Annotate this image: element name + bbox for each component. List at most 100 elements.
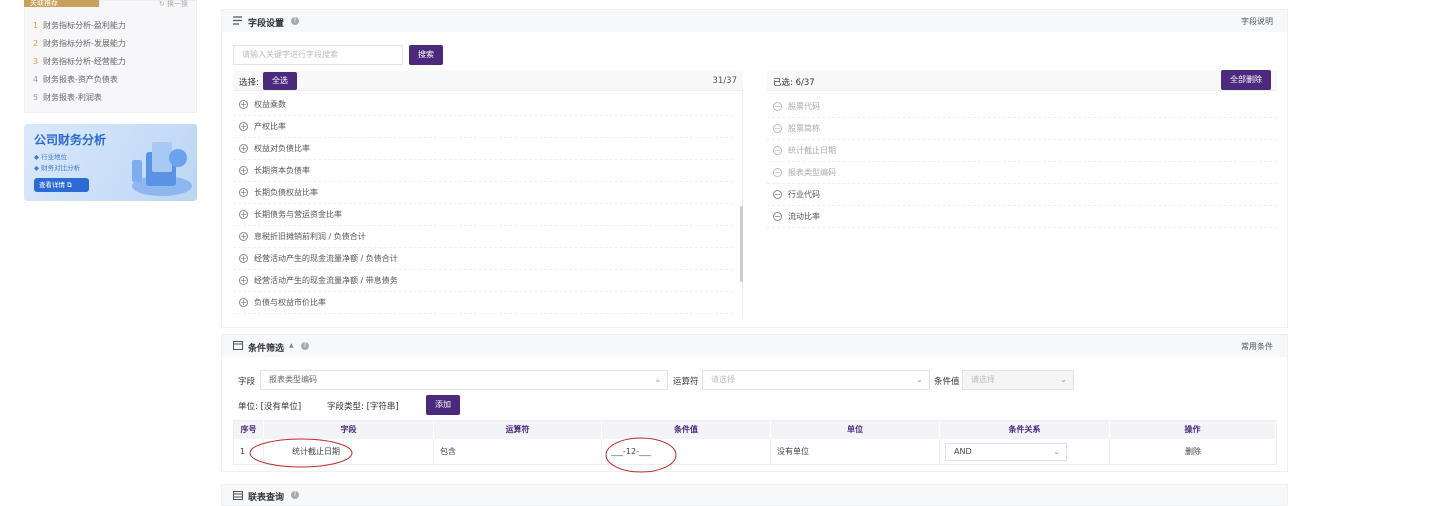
field-option[interactable]: + 权益对负债比率: [233, 138, 733, 160]
related-item[interactable]: 4 财务报表-资产负债表: [33, 74, 118, 85]
field-settings-header: 字段设置 ? 字段说明: [222, 10, 1287, 32]
unit-info: 单位: [没有单位]: [238, 402, 302, 412]
available-header: 选择: 全选 31/37: [233, 71, 743, 91]
delete-link[interactable]: 删除: [1110, 439, 1276, 465]
selected-list: − 股票代码 − 股票简称 − 统计截止日期 − 报表类型编码 − 行业代码 − 流动比率: [767, 96, 1277, 236]
select-label: 选择:: [239, 78, 259, 88]
selected-count: 已选: 6/37: [773, 78, 815, 88]
common-conditions-link[interactable]: 常用条件: [1241, 341, 1273, 352]
table-icon: [233, 491, 243, 500]
selected-field[interactable]: − 统计截止日期: [767, 140, 1277, 162]
add-circle-icon[interactable]: +: [239, 210, 248, 219]
type-info: 字段类型: [字符串]: [327, 402, 399, 412]
finance-banner[interactable]: 公司财务分析 ◆ 行业地位 ◆ 财务对比分析 查看详情 ⧉: [24, 124, 197, 201]
field-option[interactable]: + 权益乘数: [233, 94, 733, 116]
remove-circle-icon[interactable]: −: [773, 124, 782, 133]
related-title: 关联推荐: [24, 0, 99, 7]
field-option[interactable]: + 产权比率: [233, 116, 733, 138]
field-settings-card: 字段设置 ? 字段说明 请输入关键字进行字段搜索 搜索 选择: 全选 31/37…: [221, 9, 1288, 328]
cell-operator: 包含: [434, 439, 602, 465]
banner-illustration-icon: [132, 142, 192, 196]
col-header: 运算符: [434, 421, 602, 439]
available-fields-panel: 选择: 全选 31/37 + 权益乘数 + 产权比率 + 权益对负债比率 + 长期资本负…: [233, 71, 743, 317]
annotation-ellipse: [249, 438, 353, 468]
field-select[interactable]: 报表类型编码 ⌄: [260, 370, 668, 390]
remove-circle-icon[interactable]: −: [773, 190, 782, 199]
delete-all-button[interactable]: 全部删除: [1221, 70, 1271, 90]
scrollbar-thumb[interactable]: [740, 206, 743, 282]
field-doc-link[interactable]: 字段说明: [1241, 16, 1273, 27]
field-option[interactable]: + 经营活动产生的现金流量净额 / 负债合计: [233, 248, 733, 270]
remove-circle-icon[interactable]: −: [773, 212, 782, 221]
add-button[interactable]: 添加: [426, 395, 460, 415]
field-search-input[interactable]: 请输入关键字进行字段搜索: [233, 45, 403, 65]
search-button[interactable]: 搜索: [409, 45, 443, 65]
list-icon: [233, 16, 242, 25]
refresh-link[interactable]: ↻ 换一换: [159, 0, 188, 9]
remove-circle-icon[interactable]: −: [773, 168, 782, 177]
selected-header: 已选: 6/37 全部删除: [767, 70, 1277, 91]
available-list: + 权益乘数 + 产权比率 + 权益对负债比率 + 长期资本负债率 + 长期负债权益比率 …: [233, 94, 733, 316]
remove-circle-icon[interactable]: −: [773, 146, 782, 155]
operator-select[interactable]: 请选择 ⌄: [702, 370, 930, 390]
banner-bullet: ◆ 财务对比分析: [34, 164, 81, 172]
add-circle-icon[interactable]: +: [239, 166, 248, 175]
operator-label: 运算符: [673, 377, 699, 387]
add-circle-icon[interactable]: +: [239, 188, 248, 197]
selected-field[interactable]: − 流动比率: [767, 206, 1277, 228]
field-option[interactable]: + 负债与权益市价比率: [233, 292, 733, 314]
chevron-down-icon: ⌄: [1060, 375, 1067, 384]
related-item[interactable]: 2 财务指标分析-发展能力: [33, 38, 126, 49]
selected-field[interactable]: − 股票简称: [767, 118, 1277, 140]
collapse-arrow-icon[interactable]: ▲: [289, 342, 294, 349]
field-option[interactable]: + 经营活动产生的现金流量净额 / 带息债务: [233, 270, 733, 292]
union-query-header: 联表查询 ?: [221, 484, 1288, 506]
relation-select[interactable]: AND ⌄: [945, 443, 1067, 461]
help-icon[interactable]: ?: [301, 342, 309, 350]
condition-title: 条件筛选: [248, 344, 285, 354]
field-label: 字段: [238, 377, 256, 387]
banner-detail-button[interactable]: 查看详情 ⧉: [34, 178, 89, 192]
field-option[interactable]: + 息税折旧摊销前利润 / 负债合计: [233, 226, 733, 248]
cell-relation: AND ⌄: [940, 439, 1110, 465]
selected-fields-panel: 已选: 6/37 全部删除 − 股票代码 − 股票简称 − 统计截止日期 − 报表类型编…: [767, 70, 1277, 317]
selected-field[interactable]: − 报表类型编码: [767, 162, 1277, 184]
select-all-button[interactable]: 全选: [263, 72, 297, 90]
value-label: 条件值: [934, 377, 960, 387]
add-circle-icon[interactable]: +: [239, 276, 248, 285]
add-circle-icon[interactable]: +: [239, 122, 248, 131]
value-select[interactable]: 请选择 ⌄: [962, 370, 1074, 390]
condition-table: 序号 字段 运算符 条件值 单位 条件关系 操作 1 统计截止日期 包含 ___…: [233, 420, 1277, 465]
add-circle-icon[interactable]: +: [239, 100, 248, 109]
field-option[interactable]: + 长期债务与营运资金比率: [233, 204, 733, 226]
cell-unit: 没有单位: [771, 439, 940, 465]
add-circle-icon[interactable]: +: [239, 254, 248, 263]
chevron-down-icon: ⌄: [654, 375, 661, 384]
add-circle-icon[interactable]: +: [239, 144, 248, 153]
selected-field[interactable]: − 行业代码: [767, 184, 1277, 206]
help-icon[interactable]: ?: [291, 17, 299, 25]
calendar-icon: [233, 341, 243, 350]
field-option[interactable]: + 长期负债权益比率: [233, 182, 733, 204]
related-item[interactable]: 5 财务报表-利润表: [33, 92, 102, 103]
selected-field[interactable]: − 股票代码: [767, 96, 1277, 118]
condition-filter-card: 条件筛选 ▲ ? 常用条件 字段 报表类型编码 ⌄ 运算符 请选择 ⌄ 条件值 …: [221, 334, 1288, 472]
chevron-down-icon: ⌄: [1053, 447, 1060, 456]
col-header: 条件关系: [940, 421, 1110, 439]
chevron-down-icon: ⌄: [916, 375, 923, 384]
remove-circle-icon[interactable]: −: [773, 102, 782, 111]
related-item[interactable]: 3 财务指标分析-经营能力: [33, 56, 126, 67]
help-icon[interactable]: ?: [291, 491, 299, 499]
field-settings-title: 字段设置: [248, 19, 285, 29]
banner-title: 公司财务分析: [34, 133, 107, 147]
add-circle-icon[interactable]: +: [239, 298, 248, 307]
annotation-ellipse: [605, 437, 677, 473]
col-header: 单位: [771, 421, 940, 439]
field-option[interactable]: + 长期资本负债率: [233, 160, 733, 182]
add-circle-icon[interactable]: +: [239, 232, 248, 241]
related-item[interactable]: 1 财务指标分析-盈利能力: [33, 20, 126, 31]
banner-bullet: ◆ 行业地位: [34, 153, 68, 161]
condition-header: 条件筛选 ▲ ? 常用条件: [222, 335, 1287, 357]
select-count: 31/37: [712, 76, 738, 86]
union-query-title: 联表查询: [248, 493, 285, 503]
